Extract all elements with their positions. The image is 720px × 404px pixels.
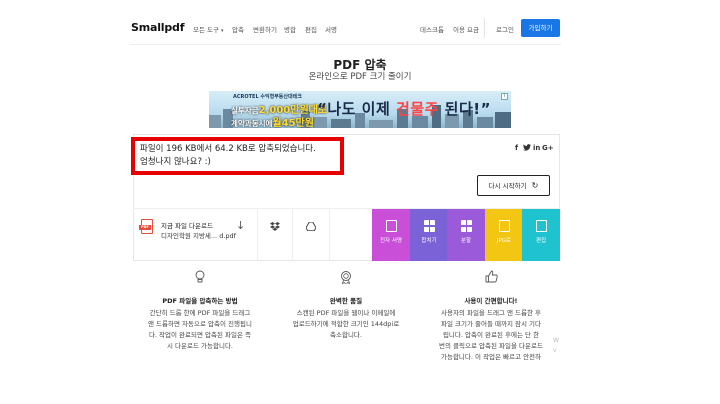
tile-split[interactable]: 분할 <box>447 209 485 261</box>
download-filename[interactable]: 디자인학원 지방세... d.pdf <box>161 230 236 240</box>
tile-edit-label: 편집 <box>535 238 547 244</box>
tile-esign[interactable]: 전자 서명 <box>372 209 410 261</box>
highlight-box <box>131 137 344 175</box>
linkedin-icon[interactable]: in <box>533 144 540 152</box>
nav-all-tools-label: 모든 도구 <box>193 26 219 34</box>
feature-easy-line: 가능합니다. 이 작업은 빠르고 안전하 <box>440 353 542 361</box>
header-separator <box>130 44 561 45</box>
feature-easy-line: 파일 크기가 줄어들 때까지 잠시 기다 <box>440 320 542 328</box>
image-icon <box>498 220 510 232</box>
nav-pricing[interactable]: 이용 요금 <box>453 24 479 34</box>
restart-button[interactable]: 다시 시작하기 ↻ <box>477 175 550 196</box>
tile-esign-label: 전자 서명 <box>380 238 402 244</box>
pen-icon <box>385 220 397 232</box>
nav-edit[interactable]: 편집 <box>305 24 317 34</box>
split-icon <box>460 220 472 232</box>
ad-line2-a: 계약과동시에 <box>231 119 273 128</box>
edit-icon <box>535 220 547 232</box>
google-drive-icon[interactable] <box>305 221 317 234</box>
ad-line2: 계약과동시에월45만원 <box>231 114 314 128</box>
download-filename-ext: d.pdf <box>219 232 236 240</box>
tile-edit[interactable]: 편집 <box>522 209 560 261</box>
feature-quality-body: 스캔된 PDF 파일을 웹이나 이메일에 업로드하기에 적합한 크기인 144d… <box>284 308 408 341</box>
ad-info-icon[interactable]: i <box>501 93 508 100</box>
cell-divider <box>257 209 258 261</box>
feature-quality-title: 완벽한 품질 <box>329 297 363 305</box>
twitter-bird-icon <box>523 144 531 151</box>
feature-how-to-line: 간단히 드롭 한에 PDF 파일을 드래그 <box>149 309 251 317</box>
nav-convert[interactable]: 변환하기 <box>253 24 277 34</box>
feature-how-to-body: 간단히 드롭 한에 PDF 파일을 드래그 앤 드롭하면 자동으로 압축이 진행… <box>138 308 262 352</box>
nav-all-tools[interactable]: 모든 도구 ▾ <box>193 24 224 34</box>
chevron-down-icon: ▾ <box>221 28 224 34</box>
feature-quality-line: 축소합니다. <box>330 331 362 339</box>
cell-divider <box>329 209 330 261</box>
nav-desktop[interactable]: 데스크톱 <box>420 24 444 34</box>
restart-button-label: 다시 시작하기 <box>488 182 527 190</box>
refresh-icon: ↻ <box>531 181 539 190</box>
download-label[interactable]: 지금 파일 다운로드 <box>161 220 213 230</box>
nav-sign[interactable]: 서명 <box>325 24 337 34</box>
tile-split-label: 분할 <box>460 238 472 244</box>
googleplus-icon[interactable]: G+ <box>542 144 554 152</box>
nav-compress[interactable]: 압축 <box>232 24 244 34</box>
pdf-badge: PDF <box>139 225 151 230</box>
nav-login[interactable]: 로그인 <box>496 24 514 34</box>
feature-how-to-line: 다. 작업이 완료되면 압축된 파일은 즉 <box>148 331 252 339</box>
thumbs-up-icon <box>481 270 501 286</box>
feature-easy-body: 사용자의 파일을 드래그 앤 드롭한 후 파일 크기가 줄어들 때까지 잠시 기… <box>429 308 553 363</box>
tile-merge-label: 합치기 <box>421 238 437 244</box>
ad-banner[interactable]: ACROTEL 수익형부동산대테크 실투자금2,000만원대로 계약과동시에월4… <box>209 91 511 128</box>
cell-divider <box>292 209 293 261</box>
ad-quote-b: 된다!” <box>438 100 491 118</box>
tile-to-jpg-label: JPG로 <box>496 238 512 244</box>
merge-icon <box>423 220 435 232</box>
download-filename-base: 디자인학원 지방세... <box>161 232 218 240</box>
badge-glyph-icon <box>341 271 351 285</box>
ad-line2-b: 월45만원 <box>272 118 314 128</box>
feature-quality-line: 업로드하기에 적합한 크기인 144dpi로 <box>292 320 400 328</box>
smallpdf-logo[interactable]: Smallpdf <box>131 21 184 34</box>
tile-to-jpg[interactable]: JPG로 <box>485 209 523 261</box>
ad-quote-a: “나도 이제 <box>317 100 397 118</box>
lightbulb-icon <box>190 270 210 287</box>
feature-easy-title: 사용이 간편합니다! <box>464 297 518 305</box>
pdf-file-icon: PDF <box>139 219 153 234</box>
thumbs-up-glyph-icon <box>485 270 498 283</box>
dropbox-glyph-icon <box>270 222 280 231</box>
lightbulb-glyph-icon <box>195 270 205 283</box>
tile-merge[interactable]: 합치기 <box>410 209 448 261</box>
feature-easy-line: 립니다. 압축이 완료된 후에는 단 한 <box>442 331 540 339</box>
download-arrow-icon[interactable]: ↓ <box>236 219 245 232</box>
nav-merge[interactable]: 병합 <box>284 24 296 34</box>
header-divider <box>484 18 485 38</box>
feature-easy-line: 사용자의 파일을 드래그 앤 드롭한 후 <box>440 309 542 317</box>
feature-easy-line: 번의 클릭으로 압축된 파일을 다운로드 <box>439 342 543 350</box>
quality-badge-icon <box>336 270 356 287</box>
feature-how-to-line: 시 다운로드 가능합니다. <box>167 342 233 350</box>
feature-how-to-title: PDF 파일을 압축하는 방법 <box>162 297 238 305</box>
ad-quote-highlight: 건물주 <box>396 100 439 118</box>
twitter-icon[interactable] <box>523 144 531 153</box>
ad-quote: “나도 이제 건물주 된다!” <box>317 98 491 119</box>
page-subtitle: 온라인으로 PDF 크기 줄이기 <box>308 72 412 82</box>
signup-button[interactable]: 가입하기 <box>521 19 560 37</box>
side-text: v <box>553 347 557 354</box>
ad-brand: ACROTEL 수익형부동산대테크 <box>233 94 302 100</box>
dropbox-icon[interactable] <box>270 222 280 234</box>
facebook-icon[interactable]: f <box>515 144 518 152</box>
drive-glyph-icon <box>305 221 317 232</box>
side-text: W <box>553 337 559 344</box>
feature-quality-line: 스캔된 PDF 파일을 웹이나 이메일에 <box>296 309 396 317</box>
feature-how-to-line: 앤 드롭하면 자동으로 압축이 진행됩니 <box>148 320 252 328</box>
